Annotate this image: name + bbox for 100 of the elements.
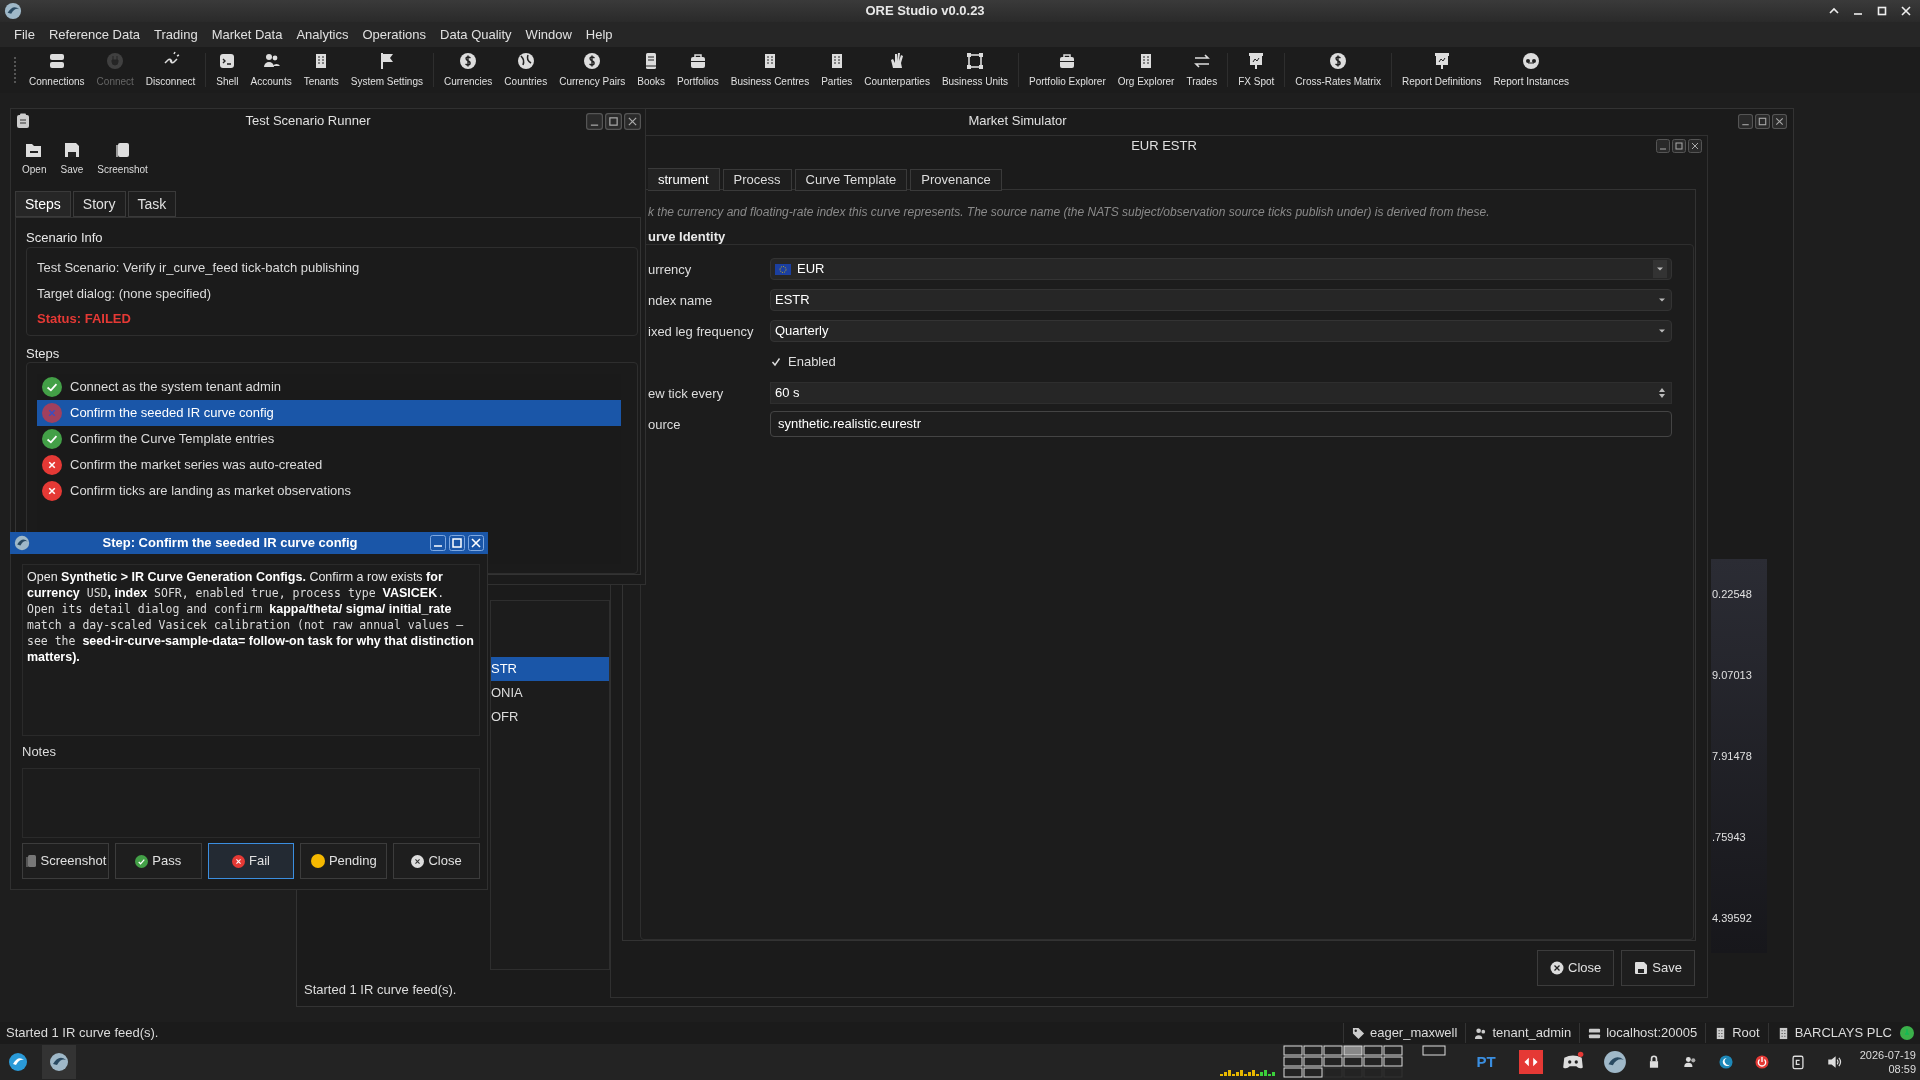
axis-label: 4.39592 xyxy=(1712,910,1753,926)
step-item[interactable]: Confirm ticks are landing as market observations xyxy=(37,478,621,504)
toolbar-button[interactable]: Currencies xyxy=(438,51,499,89)
dialog-button[interactable]: Close xyxy=(1537,950,1615,986)
menu-item[interactable]: Reference Data xyxy=(42,24,146,45)
dialog-button[interactable]: Close xyxy=(393,843,480,879)
desktop-pager-drawing[interactable] xyxy=(1282,1045,1447,1079)
toolbar-button[interactable]: Currency Pairs xyxy=(553,51,632,89)
status-item: localhost:20005 xyxy=(1606,1024,1698,1043)
list-item[interactable]: STR xyxy=(491,657,609,681)
maximize-icon[interactable] xyxy=(1755,113,1770,129)
list-item[interactable]: OFR xyxy=(491,705,609,729)
axis-label: 9.07013 xyxy=(1712,667,1753,683)
axis-label: 0.22548 xyxy=(1712,587,1753,602)
toolbar-button[interactable]: FX Spot xyxy=(1232,51,1281,89)
dialog-button[interactable]: Pass xyxy=(114,843,202,879)
dialog-button[interactable]: Save xyxy=(1621,950,1695,986)
dialog-button[interactable]: Screenshot xyxy=(22,843,109,879)
toolbar-button[interactable]: Shell xyxy=(210,51,245,89)
menu-item[interactable]: Help xyxy=(579,24,619,45)
toolbar-button[interactable]: Org Explorer xyxy=(1111,51,1181,89)
server-icon xyxy=(1588,1026,1602,1040)
close-icon[interactable] xyxy=(468,535,484,551)
dialog-button[interactable]: Fail xyxy=(207,843,295,879)
toolbar-button[interactable]: Disconnect xyxy=(139,51,202,89)
minimize-icon[interactable] xyxy=(430,535,446,551)
group-title: urve Identity xyxy=(648,228,726,246)
tab[interactable]: strument xyxy=(648,168,720,191)
toolbar-button[interactable]: Cross-Rates Matrix xyxy=(1289,51,1387,89)
toolbar-button[interactable]: Open xyxy=(22,140,47,177)
step-item[interactable]: Confirm the market series was auto-created xyxy=(37,452,621,478)
tab[interactable]: Curve Template xyxy=(794,169,908,191)
status-item: Root xyxy=(1732,1024,1760,1043)
toolbar-button[interactable]: Report Instances xyxy=(1487,51,1575,89)
menu-item[interactable]: File xyxy=(8,24,41,45)
toolbar-button[interactable]: Screenshot xyxy=(97,140,148,177)
dollar-coin-icon xyxy=(1328,51,1349,71)
list-item[interactable]: ONIA xyxy=(491,681,609,705)
toolbar-button[interactable]: Counterparties xyxy=(858,51,936,89)
tab[interactable]: Steps xyxy=(15,191,71,217)
app-logo-icon[interactable] xyxy=(1602,1050,1627,1074)
dropdown[interactable]: ESTR xyxy=(770,289,1672,311)
toolbar-button[interactable]: Save xyxy=(60,140,84,177)
launcher-icon[interactable] xyxy=(8,1052,28,1072)
checkbox[interactable]: Enabled xyxy=(770,352,836,372)
step-item[interactable]: Confirm the seeded IR curve config xyxy=(37,400,621,426)
check-circle-icon xyxy=(135,854,149,868)
step-description: Open Synthetic > IR Curve Generation Configs. Confirm a row exists for currency USD, index SOFR, enabled true, process type VASICEK. Open its detail dialog and confirm kappa/theta/ sigma/ initial_rate match a day-scaled Vasicek calibration (not raw annual values — see the seed-ir-curve-sample-data= follow-on task for why that distinction matters). xyxy=(27,569,475,665)
field-label: ndex name xyxy=(648,293,713,308)
toolbar-button[interactable]: Connections xyxy=(23,51,91,89)
field-label: ource xyxy=(648,417,681,432)
diamond-arrows-icon[interactable] xyxy=(1518,1050,1543,1074)
status-item: tenant_admin xyxy=(1492,1024,1572,1043)
close-icon[interactable] xyxy=(624,112,641,130)
tab[interactable]: Provenance xyxy=(910,169,1002,191)
info-text: Test Scenario: Verify ir_curve_feed tick-batch publishing xyxy=(37,259,361,277)
minimize-icon[interactable] xyxy=(1738,113,1753,129)
toolbar-button[interactable]: Portfolio Explorer xyxy=(1023,51,1112,89)
menu-item[interactable]: Market Data xyxy=(205,24,289,45)
cross-circle-icon xyxy=(232,854,245,868)
notes-label: Notes xyxy=(22,743,56,761)
toolbar-button[interactable]: Books xyxy=(631,51,672,89)
menu-item[interactable]: Analytics xyxy=(290,24,355,45)
toolbar-button[interactable]: Business Units xyxy=(935,51,1015,89)
menu-item[interactable]: Operations xyxy=(356,24,433,45)
minimize-icon[interactable] xyxy=(586,112,603,130)
menu-item[interactable]: Trading xyxy=(148,24,204,45)
menu-item[interactable]: Data Quality xyxy=(434,24,518,45)
toolbar-button[interactable]: Countries xyxy=(498,51,554,89)
window-title: ORE Studio v0.0.23 xyxy=(864,2,986,21)
toolbar-button[interactable]: System Settings xyxy=(344,51,429,89)
toolbar-button[interactable]: Trades xyxy=(1180,51,1224,89)
toolbar-button[interactable]: Accounts xyxy=(244,51,298,89)
maximize-icon[interactable] xyxy=(605,112,622,130)
status-item: eager_maxwell xyxy=(1369,1024,1458,1043)
input-field[interactable]: synthetic.realistic.eurestr xyxy=(770,411,1672,437)
dropdown[interactable]: Quarterly xyxy=(770,320,1672,342)
spin-box[interactable]: 60 s xyxy=(770,382,1672,404)
tab[interactable]: Task xyxy=(127,191,177,217)
toolbar-button[interactable]: Report Definitions xyxy=(1395,51,1488,89)
tray-text[interactable]: PT xyxy=(1476,1050,1496,1074)
menu-item[interactable]: Window xyxy=(519,24,578,45)
dollar-coin-icon xyxy=(458,51,479,71)
toolbar-button[interactable]: Portfolios xyxy=(671,51,725,89)
step-item[interactable]: Connect as the system tenant admin xyxy=(37,374,621,400)
app-logo-icon xyxy=(49,1052,69,1072)
tab[interactable]: Story xyxy=(72,191,126,217)
taskbar-app[interactable] xyxy=(42,1045,76,1079)
tab[interactable]: Process xyxy=(722,169,792,191)
close-icon[interactable] xyxy=(1772,113,1787,129)
globe-icon xyxy=(515,51,536,71)
app-logo-icon xyxy=(14,535,30,551)
axis-label: .75943 xyxy=(1712,829,1747,845)
dialog-button[interactable]: Pending xyxy=(300,843,388,879)
step-item[interactable]: Confirm the Curve Template entries xyxy=(37,426,621,452)
toolbar-button[interactable]: Parties xyxy=(815,51,859,89)
close-icon[interactable] xyxy=(1688,139,1702,153)
toolbar-button[interactable]: Business Centres xyxy=(724,51,816,89)
toolbar-button[interactable]: Tenants xyxy=(297,51,345,89)
dropdown[interactable]: EUR xyxy=(770,258,1672,280)
